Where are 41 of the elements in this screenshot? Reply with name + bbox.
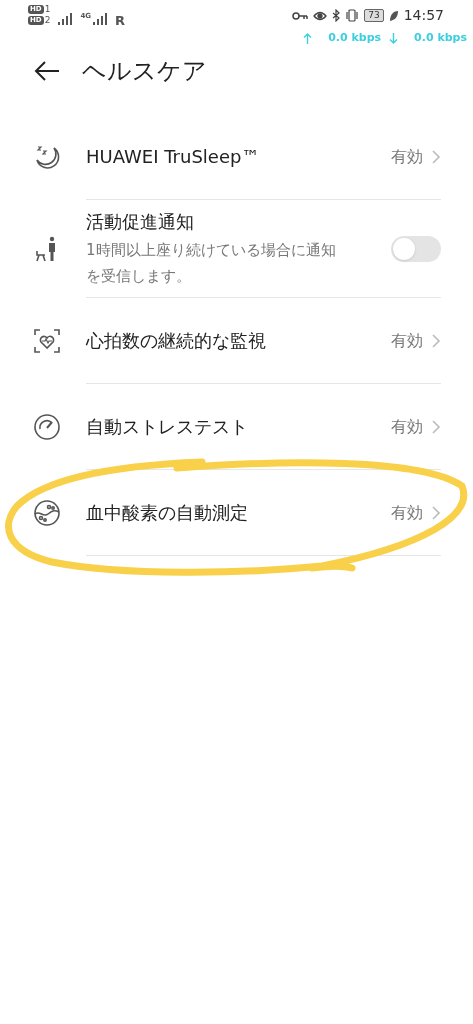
toggle-row[interactable]: 活動促進通知 1時間以上座り続けている場合に通知を受信します。 [0, 200, 473, 298]
back-arrow-icon [34, 60, 60, 82]
settings-row[interactable]: 血中酸素の自動測定 有効 [0, 470, 473, 556]
row-description: 1時間以上座り続けている場合に通知を受信します。 [86, 240, 336, 287]
row-title: 活動促進通知 [86, 210, 195, 234]
gauge-icon [32, 412, 62, 442]
blood-cells-icon [32, 498, 62, 528]
row-title: HUAWEI TruSleep™ [86, 145, 261, 169]
heart-scan-icon [32, 326, 62, 356]
signal-icon [93, 13, 108, 25]
row-title: 心拍数の継続的な監視 [86, 329, 267, 353]
row-title: 血中酸素の自動測定 [86, 501, 249, 525]
bluetooth-icon [332, 9, 341, 22]
vibrate-icon [345, 9, 360, 22]
sim-slot-number: 2 [44, 16, 51, 25]
settings-row[interactable]: HUAWEI TruSleep™ 有効 [0, 114, 473, 200]
row-title: 自動ストレステスト [86, 415, 249, 439]
chevron-right-icon [431, 148, 441, 165]
chevron-right-icon [431, 504, 441, 521]
chevron-right-icon [431, 418, 441, 435]
chevron-right-icon [431, 332, 441, 349]
status-value: 有効 [391, 501, 423, 524]
status-value: 有効 [391, 415, 423, 438]
settings-row[interactable]: 自動ストレステスト 有効 [0, 384, 473, 470]
key-icon [292, 10, 309, 21]
clock-time: 14:57 [403, 6, 444, 25]
signal-icon [58, 13, 73, 25]
status-value: 有効 [391, 145, 423, 168]
battery-indicator: 73 [364, 9, 384, 22]
settings-row[interactable]: 心拍数の継続的な監視 有効 [0, 298, 473, 384]
toggle-switch[interactable] [391, 235, 441, 262]
page-title: ヘルスケア [82, 56, 207, 87]
sim-slot-number: 1 [44, 5, 51, 14]
status-value: 有効 [391, 329, 423, 352]
upload-speed: 0.0 kbps [328, 30, 382, 46]
eye-icon [313, 9, 328, 22]
leaf-icon [388, 9, 399, 22]
arrow-down-icon [389, 32, 399, 44]
arrow-up-icon [303, 32, 313, 44]
roaming-indicator: R [115, 12, 126, 30]
download-speed: 0.0 kbps [414, 30, 467, 46]
